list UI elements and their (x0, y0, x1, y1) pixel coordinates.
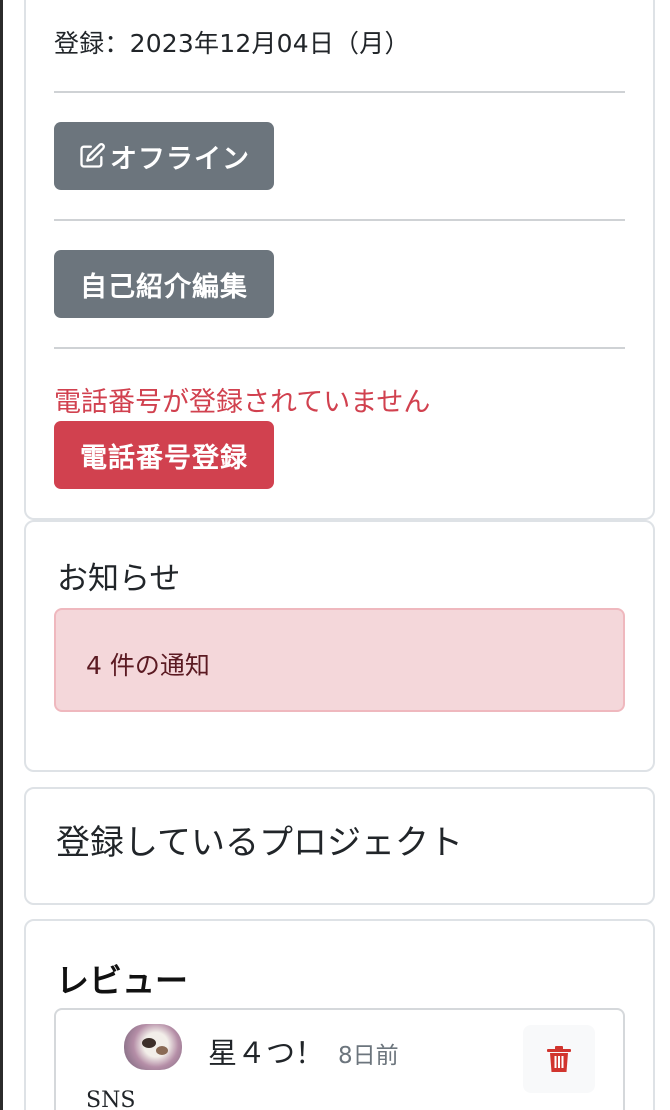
phone-warning: 電話番号が登録されていません (54, 387, 431, 418)
news-title: お知らせ (57, 561, 181, 597)
pencil-square-icon (80, 143, 105, 168)
registration-date: 登録：2023年12月04日（月） (54, 29, 410, 58)
review-body: SNS (86, 1088, 136, 1110)
review-time: 8日前 (338, 1043, 399, 1069)
left-border (0, 0, 3, 1110)
delete-review-button[interactable] (523, 1025, 595, 1093)
divider (54, 347, 625, 349)
phone-register-button[interactable]: 電話番号登録 (54, 421, 274, 489)
reviews-title: レビュー (56, 961, 188, 1000)
notification-alert[interactable]: 4 件の通知 (54, 608, 625, 712)
offline-button[interactable]: オフライン (54, 122, 274, 190)
edit-intro-button[interactable]: 自己紹介編集 (54, 250, 274, 318)
divider (54, 219, 625, 221)
review-item: 星４つ！ 8日前 SNS (54, 1008, 625, 1110)
review-rating: 星４つ！ (208, 1036, 325, 1070)
trash-icon (547, 1046, 571, 1072)
notification-count: 4 件の通知 (86, 651, 210, 680)
avatar (124, 1024, 182, 1070)
offline-button-label: オフライン (110, 143, 250, 175)
projects-title: 登録しているプロジェクト (56, 823, 463, 863)
divider (54, 91, 625, 93)
